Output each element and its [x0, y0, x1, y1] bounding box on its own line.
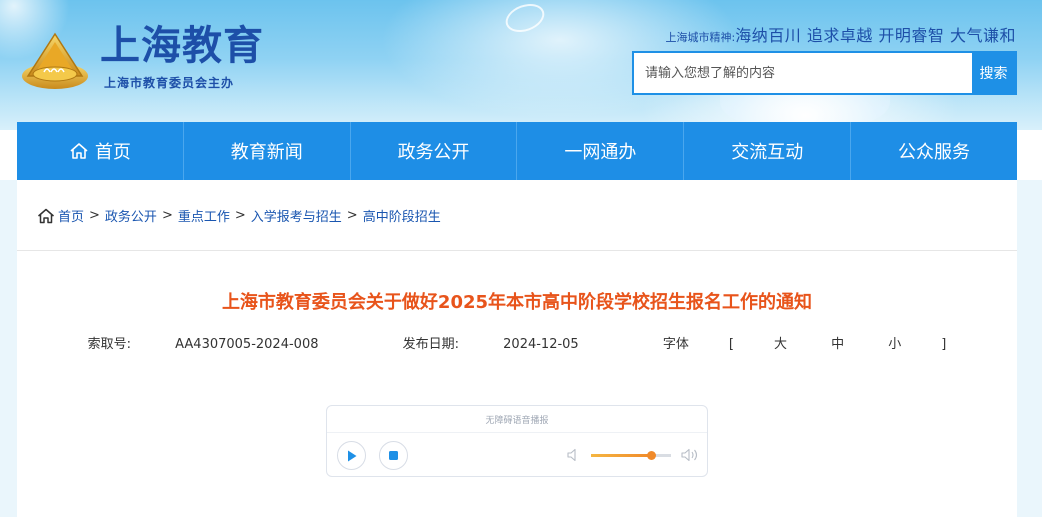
player-title: 无障碍语音播报 — [485, 416, 549, 426]
breadcrumb-high-school-admission[interactable]: 高中阶段招生 — [363, 206, 441, 225]
nav-item-education-news[interactable]: 教育新闻 — [184, 122, 351, 180]
index-number: 索取号: AA4307005-2024-008 — [68, 337, 339, 352]
nav-item-interaction[interactable]: 交流互动 — [684, 122, 852, 180]
search-button[interactable]: 搜索 — [972, 53, 1015, 93]
play-button[interactable] — [337, 441, 366, 470]
publish-date: 发布日期: 2024-12-05 — [383, 337, 599, 352]
nav-item-label: 公众服务 — [898, 142, 971, 163]
nav-item-label: 政务公开 — [397, 142, 470, 163]
volume-up-icon[interactable] — [681, 448, 699, 462]
breadcrumb-separator: > — [346, 208, 358, 223]
index-label: 索取号: — [87, 337, 132, 352]
main-nav: 首页 教育新闻 政务公开 一网通办 交流互动 公众服务 — [17, 122, 1017, 180]
search-input[interactable] — [634, 53, 972, 93]
audio-player: 无障碍语音播报 — [326, 405, 708, 477]
breadcrumb-separator: > — [234, 208, 246, 223]
breadcrumb-government-affairs[interactable]: 政务公开 — [105, 206, 157, 225]
player-divider — [327, 432, 707, 433]
divider — [17, 250, 1017, 251]
page-side-background — [1017, 180, 1042, 517]
volume-slider[interactable] — [591, 451, 671, 460]
nav-item-home[interactable]: 首页 — [17, 122, 184, 180]
content-area: 首页 > 政务公开 > 重点工作 > 入学报考与招生 > 高中阶段招生 上海市教… — [17, 180, 1017, 517]
logo-subtitle: 上海市教育委员会主办 — [104, 76, 235, 90]
city-spirit-value: 海纳百川 追求卓越 开明睿智 大气谦和 — [735, 26, 1016, 45]
article-title: 上海市教育委员会关于做好2025年本市高中阶段学校招生报名工作的通知 — [221, 292, 813, 313]
date-label: 发布日期: — [402, 337, 460, 352]
breadcrumb-separator: > — [89, 208, 100, 223]
nav-item-label: 一网通办 — [564, 142, 637, 163]
nav-item-government-affairs[interactable]: 政务公开 — [351, 122, 518, 180]
page-side-background — [0, 180, 17, 517]
nav-item-label: 首页 — [94, 142, 131, 163]
city-spirit: 上海城市精神:海纳百川 追求卓越 开明睿智 大气谦和 — [666, 22, 1016, 46]
article-meta: 索取号: AA4307005-2024-008 发布日期: 2024-12-05… — [17, 333, 1017, 352]
home-icon — [69, 142, 89, 160]
play-icon — [347, 450, 356, 461]
nav-item-public-services[interactable]: 公众服务 — [851, 122, 1017, 180]
city-spirit-label: 上海城市精神: — [665, 31, 736, 44]
breadcrumb-admission[interactable]: 入学报考与招生 — [251, 206, 342, 225]
logo-emblem-icon[interactable] — [20, 28, 90, 92]
breadcrumb: 首页 > 政务公开 > 重点工作 > 入学报考与招生 > 高中阶段招生 — [37, 206, 441, 225]
stop-button[interactable] — [379, 441, 408, 470]
home-icon — [37, 208, 55, 224]
font-size-small[interactable]: 小 — [888, 337, 901, 352]
bracket-close: ] — [941, 337, 947, 352]
logo-title[interactable]: 上海教育 — [100, 22, 264, 70]
breadcrumb-separator: > — [161, 208, 173, 223]
volume-fill — [591, 454, 651, 457]
breadcrumb-home[interactable]: 首页 — [58, 206, 84, 225]
index-value: AA4307005-2024-008 — [175, 337, 319, 352]
breadcrumb-key-work[interactable]: 重点工作 — [178, 206, 230, 225]
stop-icon — [389, 451, 398, 460]
search-box: 搜索 — [632, 51, 1017, 95]
nav-item-label: 教育新闻 — [230, 142, 303, 163]
volume-handle[interactable] — [647, 451, 656, 460]
nav-item-online-services[interactable]: 一网通办 — [517, 122, 685, 180]
header-banner: 上海教育 上海市教育委员会主办 上海城市精神:海纳百川 追求卓越 开明睿智 大气… — [0, 0, 1042, 130]
date-value: 2024-12-05 — [503, 337, 579, 352]
bracket-open: [ — [728, 337, 734, 352]
font-size-control: 字体 [ 大 中 小] — [643, 337, 967, 352]
volume-mute-icon[interactable] — [567, 448, 579, 462]
font-size-medium[interactable]: 中 — [831, 337, 844, 352]
nav-item-label: 交流互动 — [731, 142, 804, 163]
font-size-large[interactable]: 大 — [774, 337, 787, 352]
font-size-label: 字体 — [662, 337, 689, 352]
